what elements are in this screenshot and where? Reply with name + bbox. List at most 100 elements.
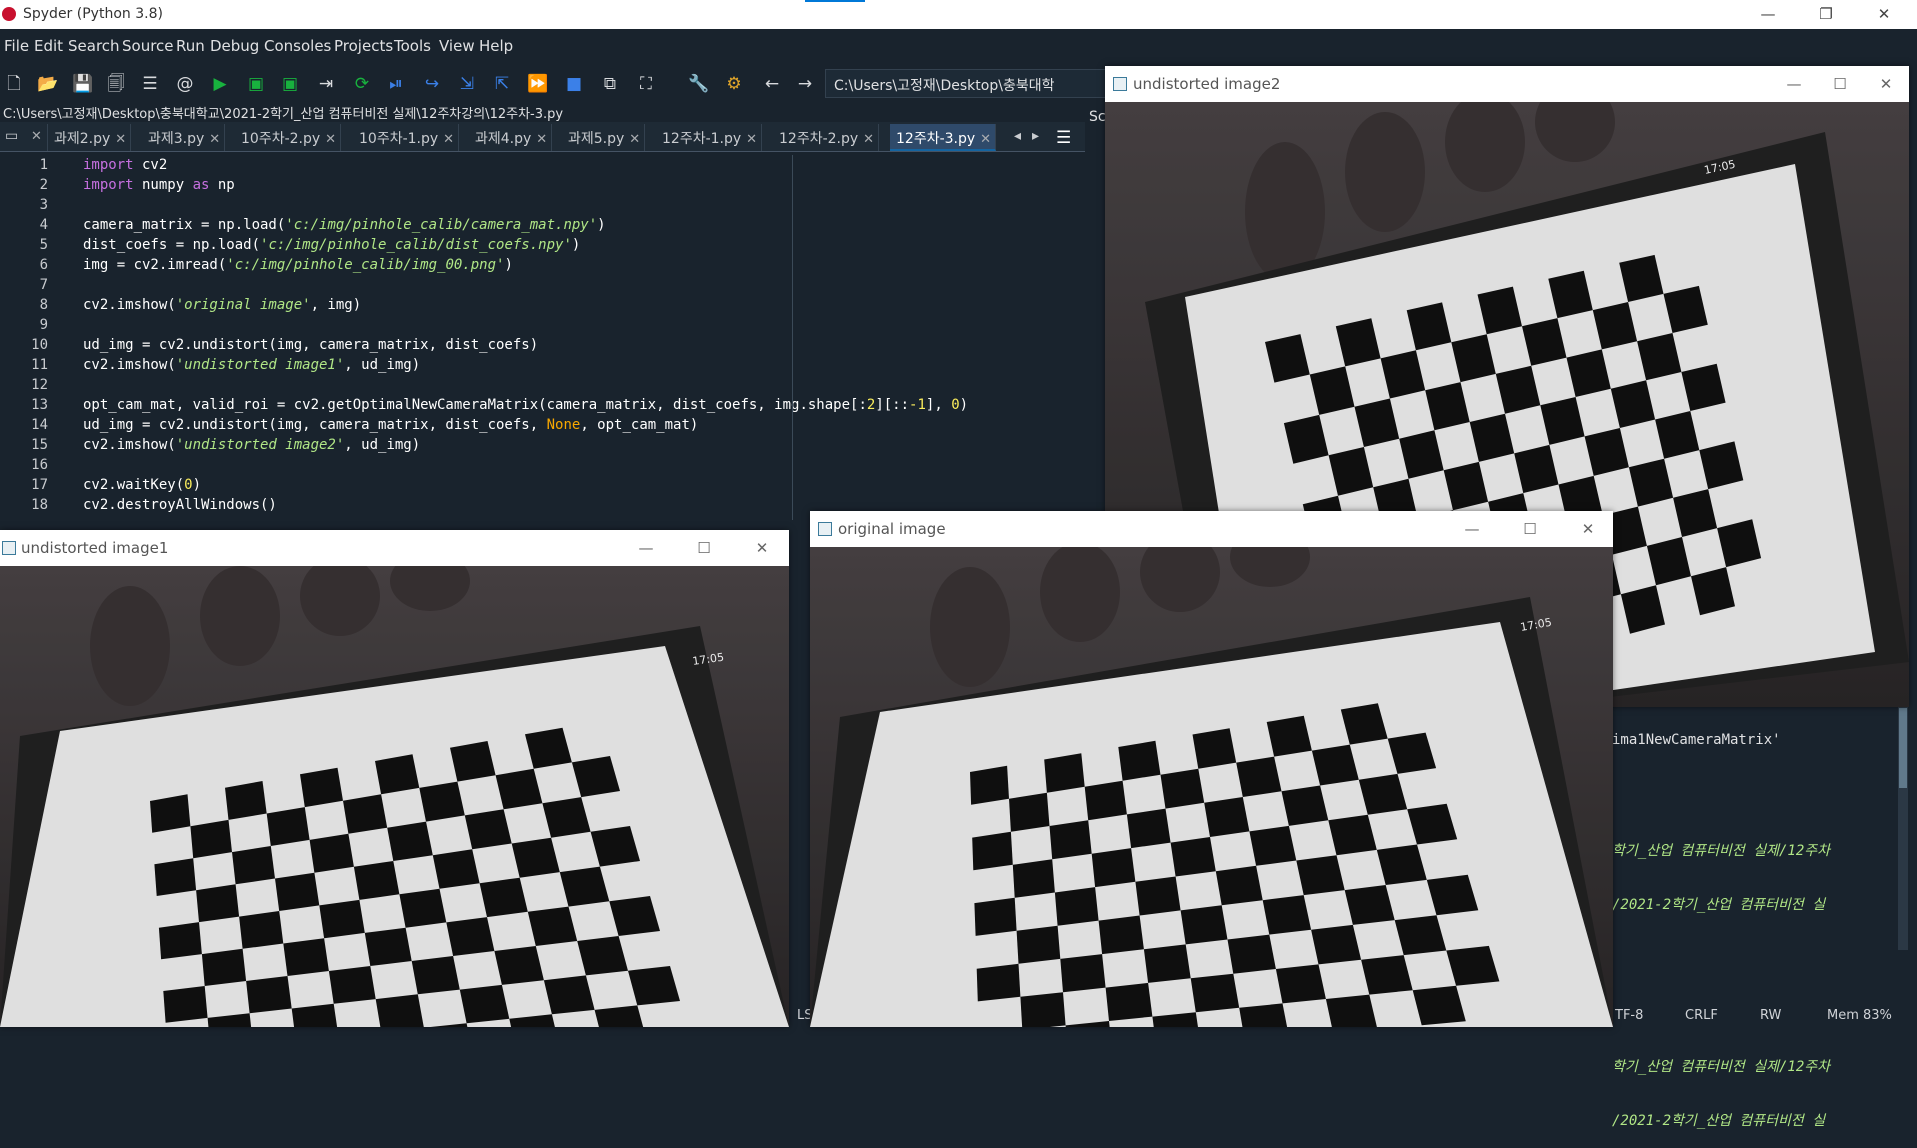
maximize-button[interactable]: ☐ [681,534,727,562]
tab-과제2[interactable]: 과제2.py ✕ [48,124,132,151]
save-icon[interactable]: 💾 [71,72,95,96]
maximize-pane-icon[interactable]: ⧉ [598,72,622,96]
menu-consoles[interactable]: Consoles [264,37,331,55]
minimize-button[interactable]: — [1745,2,1791,26]
python-path-icon[interactable]: ⚙ [722,72,746,96]
tab-12주차-3[interactable]: 12주차-3.py ✕ [890,124,997,151]
restore-button[interactable]: ❐ [1803,2,1849,26]
tab-scroll-right-icon[interactable]: ▸ [1026,124,1043,151]
menu-edit[interactable]: Edit [34,37,63,55]
code-text[interactable]: import cv2 import numpy as np camera_matr… [83,155,968,515]
code-editor[interactable]: 1 2 3 4 5 6 7 8 9 10 11 12 13 14 15 16 1… [0,155,1075,520]
tab-close-icon[interactable]: ✕ [325,132,336,147]
at-icon[interactable]: @ [173,72,197,96]
new-file-icon[interactable]: 🗋 [2,72,26,96]
maximize-button[interactable]: ☐ [1817,70,1863,98]
code-line[interactable]: import numpy as np [83,175,968,195]
code-line[interactable]: ud_img = cv2.undistort(img, camera_matri… [83,335,968,355]
fullscreen-icon[interactable]: ⛶ [634,72,658,96]
code-line[interactable]: cv2.waitKey(0) [83,475,968,495]
step-into-icon[interactable]: ⇲ [455,72,479,96]
close-button[interactable]: ✕ [1863,70,1909,98]
tab-close-icon[interactable]: ✕ [536,132,547,147]
code-line[interactable]: ud_img = cv2.undistort(img, camera_matri… [83,415,968,435]
code-line[interactable] [83,195,968,215]
tab-scroll-left-icon[interactable]: ◂ [1008,124,1025,151]
code-line[interactable] [83,315,968,335]
menu-projects[interactable]: Projects [334,37,393,55]
preferences-icon[interactable]: 🔧 [687,72,711,96]
continue-icon[interactable]: ⏩ [526,72,550,96]
tab-close-icon[interactable]: ✕ [115,132,126,147]
forward-icon[interactable]: → [793,72,817,96]
menu-source[interactable]: Source [122,37,174,55]
stop-icon[interactable]: ■ [562,72,586,96]
menu-search[interactable]: Search [68,37,120,55]
run-cell-advance-icon[interactable]: ▣ [278,72,302,96]
tab-과제3[interactable]: 과제3.py ✕ [142,124,226,151]
tab-close-icon[interactable]: ✕ [209,132,220,147]
code-line[interactable]: camera_matrix = np.load('c:/img/pinhole_… [83,215,968,235]
menu-help[interactable]: Help [479,37,513,55]
tab-과제5[interactable]: 과제5.py ✕ [562,124,646,151]
tab-close-icon[interactable]: ✕ [863,132,874,147]
tab-close-icon[interactable]: ✕ [746,132,757,147]
menu-debug[interactable]: Debug [210,37,259,55]
code-line[interactable] [83,275,968,295]
close-button[interactable]: ✕ [1861,2,1907,26]
code-line[interactable]: dist_coefs = np.load('c:/img/pinhole_cal… [83,235,968,255]
menu-tools[interactable]: Tools [394,37,431,55]
code-line[interactable] [83,375,968,395]
original-image-window[interactable]: original image — ☐ ✕ 17:05 [810,511,1613,1027]
run-cell-icon[interactable]: ▣ [244,72,268,96]
code-line[interactable]: cv2.imshow('undistorted image2', ud_img) [83,435,968,455]
tab-close-icon[interactable]: ✕ [980,132,991,147]
line-number: 3 [39,197,48,213]
menu-view[interactable]: View [439,37,475,55]
maximize-button[interactable]: ☐ [1507,515,1553,543]
open-file-icon[interactable]: 📂 [36,72,60,96]
console-scrollbar[interactable] [1898,700,1908,950]
close-hidden-tab-icon[interactable]: ✕ [22,124,48,151]
window-title-bar[interactable]: undistorted image1 — ☐ ✕ [0,530,789,566]
window-title-bar[interactable]: original image — ☐ ✕ [810,511,1613,547]
step-return-icon[interactable]: ⇱ [490,72,514,96]
back-icon[interactable]: ← [760,72,784,96]
line-number: 2 [39,177,48,193]
close-button[interactable]: ✕ [1565,515,1611,543]
tab-12주차-2[interactable]: 12주차-2.py ✕ [773,124,880,151]
minimize-button[interactable]: — [623,534,669,562]
run-selection-icon[interactable]: ⇥ [314,72,338,96]
menu-run[interactable]: Run [176,37,205,55]
run-icon[interactable]: ▶ [208,72,232,96]
code-line[interactable]: import cv2 [83,155,968,175]
tab-10주차-2[interactable]: 10주차-2.py ✕ [235,124,342,151]
scrollbar-thumb[interactable] [1899,708,1907,788]
close-button[interactable]: ✕ [739,534,785,562]
tab-12주차-1[interactable]: 12주차-1.py ✕ [656,124,763,151]
code-line[interactable]: cv2.imshow('undistorted image1', ud_img) [83,355,968,375]
debug-icon[interactable]: ⏯ [384,72,408,96]
code-line[interactable]: img = cv2.imread('c:/img/pinhole_calib/i… [83,255,968,275]
menu-file[interactable]: File [4,37,29,55]
working-directory-input[interactable]: C:\Users\고정재\Desktop\충북대학 [825,69,1145,98]
eol-status: CRLF [1685,1008,1718,1023]
code-line[interactable]: opt_cam_mat, valid_roi = cv2.getOptimalN… [83,395,968,415]
tab-close-icon[interactable]: ✕ [443,132,454,147]
tab-10주차-1[interactable]: 10주차-1.py ✕ [353,124,460,151]
code-line[interactable]: cv2.imshow('original image', img) [83,295,968,315]
browse-tabs-icon[interactable]: ▭ [2,124,22,151]
minimize-button[interactable]: — [1449,515,1495,543]
rerun-icon[interactable]: ⟳ [350,72,374,96]
step-icon[interactable]: ↪ [420,72,444,96]
undistorted-image1-window[interactable]: undistorted image1 — ☐ ✕ 17:05 [0,530,789,1027]
window-title-bar[interactable]: undistorted image2 — ☐ ✕ [1105,66,1909,102]
minimize-button[interactable]: — [1771,70,1817,98]
save-all-icon[interactable]: 🗐 [104,72,128,96]
list-icon[interactable]: ☰ [138,72,162,96]
ipython-console[interactable]: ima1NewCameraMatrix' 학기_산업 컴퓨터비전 실제/12주차… [1612,700,1892,1129]
tab-과제4[interactable]: 과제4.py ✕ [469,124,553,151]
code-line[interactable] [83,455,968,475]
tab-close-icon[interactable]: ✕ [629,132,640,147]
tab-options-icon[interactable]: ☰ [1050,124,1075,151]
